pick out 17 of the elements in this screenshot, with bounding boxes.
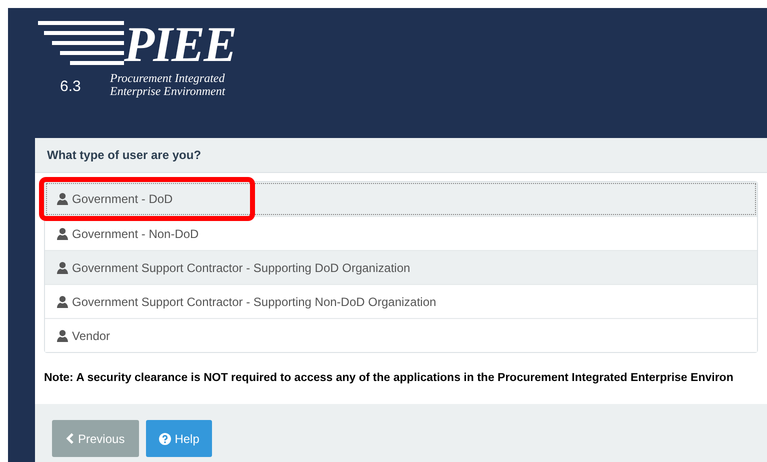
help-icon [158, 432, 171, 444]
person-icon [57, 193, 68, 205]
user-type-option[interactable]: Vendor [45, 318, 757, 352]
panel-title: What type of user are you? [47, 147, 202, 164]
note-text: Note: A security clearance is NOT required to access any of the applications in the Procurement Integrated Enterprise Environ [44, 370, 734, 386]
tagline-text: Enterprise Environment [110, 85, 226, 98]
tagline-text: Procurement Integrated [110, 72, 226, 86]
person-icon [57, 262, 68, 274]
user-type-option[interactable]: Government - DoD [45, 182, 757, 216]
user-type-option[interactable]: Government Support Contractor - Supporting DoD Organization [45, 250, 757, 284]
person-icon [57, 296, 68, 308]
person-icon [57, 228, 68, 240]
chevron-left-icon [66, 433, 74, 444]
logo-text: PIEE [124, 20, 236, 68]
version-text: 6.3 [59, 77, 82, 97]
stripes-icon [38, 21, 124, 67]
person-icon [57, 330, 68, 342]
